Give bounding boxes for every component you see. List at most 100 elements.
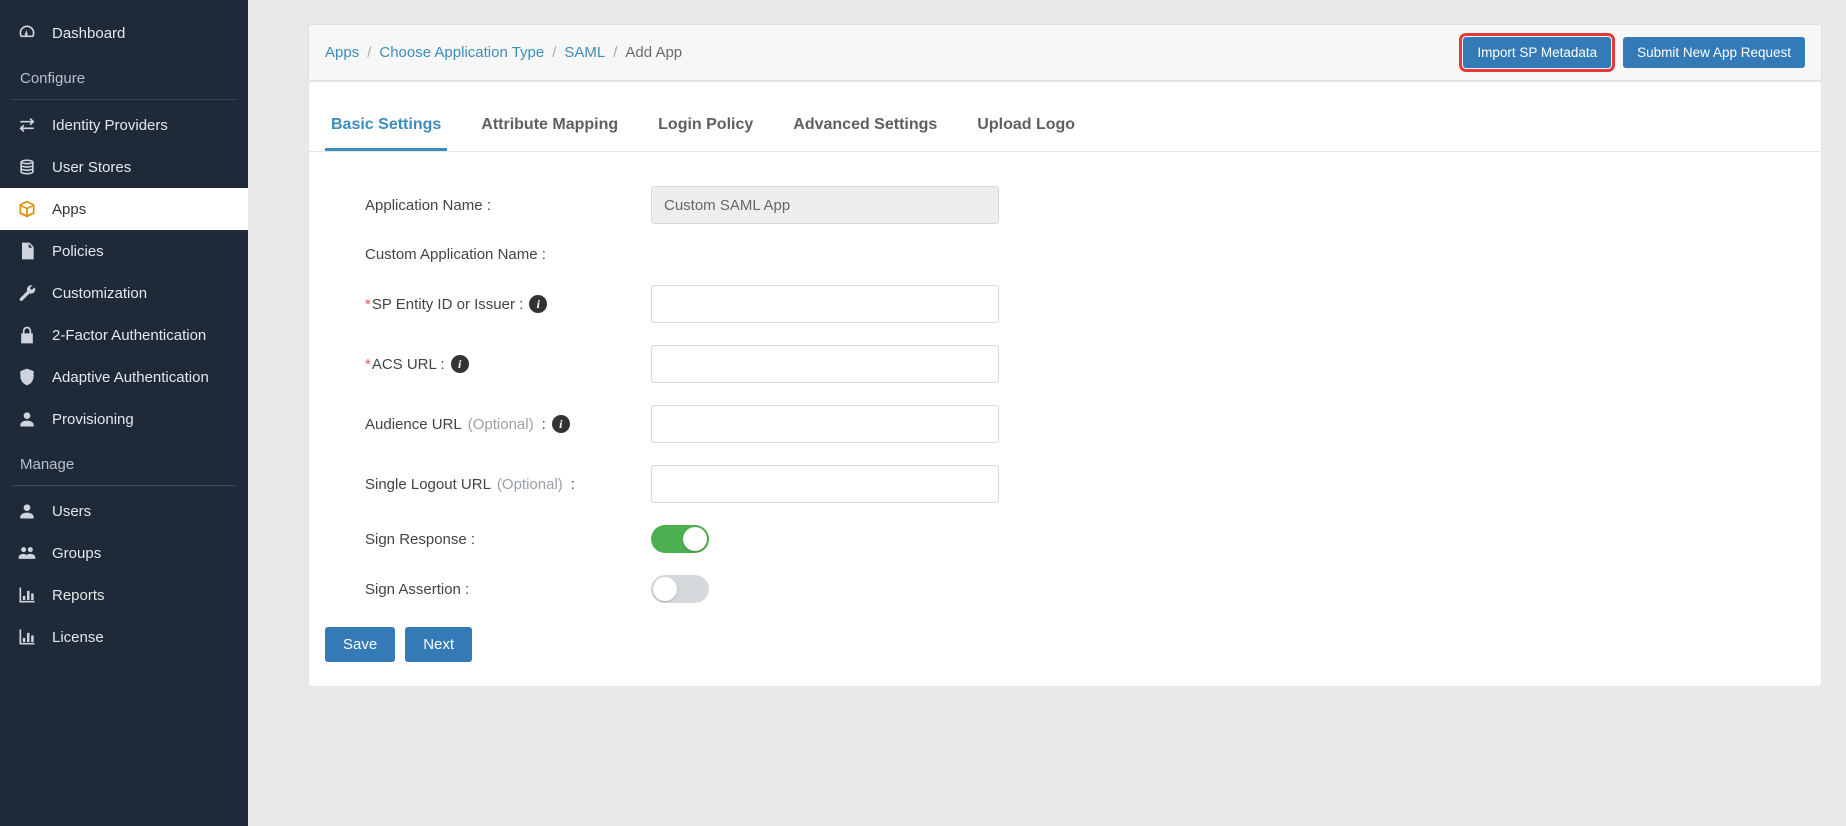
row-acs-url: *ACS URL : i [365,345,1797,383]
sidebar-item-reports[interactable]: Reports [0,574,248,616]
label-text: Audience URL [365,416,462,433]
breadcrumb: Apps / Choose Application Type / SAML / … [325,44,682,61]
sidebar-item-groups[interactable]: Groups [0,532,248,574]
info-icon[interactable]: i [451,355,469,373]
row-single-logout-url: Single Logout URL (Optional) : [365,465,1797,503]
sidebar-item-label: User Stores [52,159,131,176]
label-custom-application-name: Custom Application Name : [365,246,651,263]
sidebar-item-label: Customization [52,285,147,302]
shield-icon [16,366,38,388]
save-button[interactable]: Save [325,627,395,662]
input-single-logout-url[interactable] [651,465,999,503]
input-audience-url[interactable] [651,405,999,443]
tab-upload-logo[interactable]: Upload Logo [971,100,1081,151]
label-application-name: Application Name : [365,197,651,214]
input-acs-url[interactable] [651,345,999,383]
wrench-icon [16,282,38,304]
row-application-name: Application Name : [365,186,1797,224]
sidebar-item-license[interactable]: License [0,616,248,658]
breadcrumb-choose-type[interactable]: Choose Application Type [379,44,544,61]
sidebar-item-label: Adaptive Authentication [52,369,209,386]
toggle-sign-assertion[interactable] [651,575,709,603]
label-text: Single Logout URL [365,476,491,493]
sidebar-item-label: Dashboard [52,25,125,42]
input-application-name [651,186,999,224]
cube-icon [16,198,38,220]
sidebar-item-label: License [52,629,104,646]
sidebar-item-label: Identity Providers [52,117,168,134]
import-sp-metadata-button[interactable]: Import SP Metadata [1463,37,1611,68]
user-icon [16,500,38,522]
tab-basic-settings[interactable]: Basic Settings [325,100,447,151]
label-sign-response: Sign Response : [365,531,651,548]
label-audience-url: Audience URL (Optional) : i [365,415,651,433]
breadcrumb-separator: / [552,44,556,61]
label-colon: : [571,476,575,493]
label-single-logout-url: Single Logout URL (Optional) : [365,476,651,493]
sidebar-item-label: Reports [52,587,105,604]
divider [12,99,236,100]
sidebar-item-apps[interactable]: Apps [0,188,248,230]
breadcrumb-separator: / [367,44,371,61]
main-content: Apps / Choose Application Type / SAML / … [248,0,1846,826]
sidebar-item-label: 2-Factor Authentication [52,327,206,344]
sidebar-item-label: Policies [52,243,104,260]
sidebar-heading-manage: Manage [0,444,248,481]
next-button[interactable]: Next [405,627,472,662]
sidebar-item-policies[interactable]: Policies [0,230,248,272]
row-custom-application-name: Custom Application Name : [365,246,1797,263]
row-audience-url: Audience URL (Optional) : i [365,405,1797,443]
sidebar-heading-configure: Configure [0,58,248,95]
label-text: SP Entity ID or Issuer : [372,296,523,313]
users-icon [16,542,38,564]
label-sign-assertion: Sign Assertion : [365,581,651,598]
submit-new-app-request-button[interactable]: Submit New App Request [1623,37,1805,68]
tab-attribute-mapping[interactable]: Attribute Mapping [475,100,624,151]
label-acs-url: *ACS URL : i [365,355,651,373]
sidebar-item-2fa[interactable]: 2-Factor Authentication [0,314,248,356]
label-colon: : [542,416,546,433]
label-sp-entity-id: *SP Entity ID or Issuer : i [365,295,651,313]
breadcrumb-saml[interactable]: SAML [564,44,605,61]
sidebar-item-adaptive-auth[interactable]: Adaptive Authentication [0,356,248,398]
toggle-sign-response[interactable] [651,525,709,553]
row-sign-response: Sign Response : [365,525,1797,553]
sidebar-item-users[interactable]: Users [0,490,248,532]
sidebar-item-provisioning[interactable]: Provisioning [0,398,248,440]
chart-icon [16,626,38,648]
label-optional: (Optional) [497,476,563,493]
info-icon[interactable]: i [529,295,547,313]
form-actions: Save Next [325,627,1821,662]
document-icon [16,240,38,262]
database-icon [16,156,38,178]
breadcrumb-separator: / [613,44,617,61]
sidebar-item-label: Groups [52,545,101,562]
breadcrumb-current: Add App [625,44,682,61]
sidebar-item-label: Apps [52,201,86,218]
dashboard-icon [16,22,38,44]
sidebar-item-user-stores[interactable]: User Stores [0,146,248,188]
sidebar-item-label: Users [52,503,91,520]
sidebar-item-dashboard[interactable]: Dashboard [0,12,248,54]
sidebar: Dashboard Configure Identity Providers U… [0,0,248,826]
sidebar-item-label: Provisioning [52,411,134,428]
sidebar-item-customization[interactable]: Customization [0,272,248,314]
label-text: ACS URL : [372,356,445,373]
row-sign-assertion: Sign Assertion : [365,575,1797,603]
form: Application Name : Custom Application Na… [309,152,1821,603]
exchange-icon [16,114,38,136]
input-sp-entity-id[interactable] [651,285,999,323]
sidebar-item-identity-providers[interactable]: Identity Providers [0,104,248,146]
breadcrumb-apps[interactable]: Apps [325,44,359,61]
tabs: Basic Settings Attribute Mapping Login P… [309,100,1821,152]
tab-login-policy[interactable]: Login Policy [652,100,759,151]
info-icon[interactable]: i [552,415,570,433]
top-actions: Import SP Metadata Submit New App Reques… [1463,37,1805,68]
chart-icon [16,584,38,606]
divider [12,485,236,486]
user-icon [16,408,38,430]
label-optional: (Optional) [468,416,534,433]
topbar: Apps / Choose Application Type / SAML / … [308,24,1822,81]
row-sp-entity-id: *SP Entity ID or Issuer : i [365,285,1797,323]
tab-advanced-settings[interactable]: Advanced Settings [787,100,943,151]
